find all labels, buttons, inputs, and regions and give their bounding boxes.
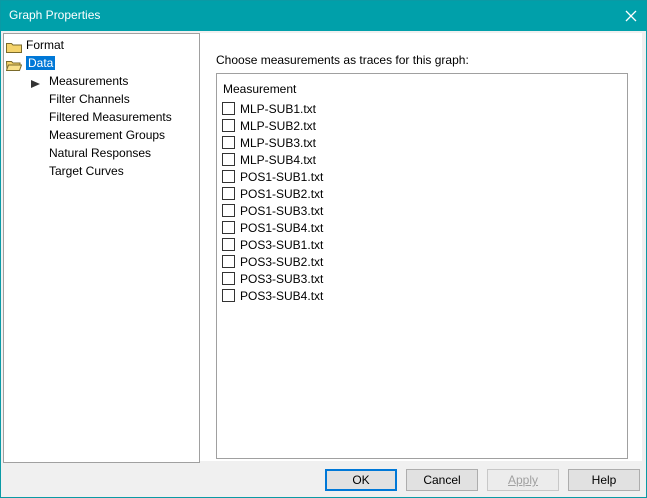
- checkbox[interactable]: [222, 289, 235, 303]
- list-item-label: POS3-SUB3.txt: [240, 272, 324, 286]
- ok-button[interactable]: OK: [325, 469, 397, 491]
- tree-item-data[interactable]: Data: [5, 54, 56, 72]
- measurements-panel: Choose measurements as traces for this g…: [200, 33, 642, 461]
- list-item[interactable]: POS1-SUB2.txt: [222, 186, 323, 203]
- list-item-label: MLP-SUB4.txt: [240, 153, 317, 167]
- tree-item-label-selected: Data: [26, 56, 56, 70]
- dialog-window: Graph Properties Format Data Measurement…: [0, 0, 647, 498]
- checkbox[interactable]: [222, 272, 235, 286]
- list-item[interactable]: MLP-SUB2.txt: [222, 118, 316, 135]
- list-item[interactable]: POS1-SUB1.txt: [222, 169, 323, 186]
- checkbox[interactable]: [222, 255, 235, 269]
- pointer-arrow-icon: [31, 78, 41, 88]
- close-icon[interactable]: [616, 1, 646, 31]
- list-item[interactable]: POS3-SUB2.txt: [222, 254, 323, 271]
- list-item[interactable]: POS3-SUB4.txt: [222, 288, 323, 305]
- list-column-header: Measurement: [223, 82, 297, 96]
- tree-item-label: Format: [26, 38, 65, 52]
- help-button[interactable]: Help: [568, 469, 640, 491]
- properties-tree[interactable]: Format Data Measurements Filter Channels…: [3, 33, 200, 463]
- dialog-body: Format Data Measurements Filter Channels…: [1, 31, 646, 497]
- list-item[interactable]: POS3-SUB3.txt: [222, 271, 323, 288]
- checkbox[interactable]: [222, 170, 235, 184]
- list-item[interactable]: MLP-SUB1.txt: [222, 101, 316, 118]
- list-item-label: POS3-SUB1.txt: [240, 238, 324, 252]
- open-folder-icon: [5, 58, 23, 71]
- tree-child-filtered-measurements[interactable]: Filtered Measurements: [49, 108, 172, 126]
- tree-child-measurements[interactable]: Measurements: [49, 72, 128, 90]
- tree-child-target-curves[interactable]: Target Curves: [49, 162, 124, 180]
- cancel-button[interactable]: Cancel: [406, 469, 478, 491]
- checkbox[interactable]: [222, 136, 235, 150]
- list-item[interactable]: POS3-SUB1.txt: [222, 237, 323, 254]
- window-title: Graph Properties: [9, 8, 101, 22]
- list-item[interactable]: POS1-SUB3.txt: [222, 203, 323, 220]
- list-item-label: POS1-SUB3.txt: [240, 204, 324, 218]
- list-item-label: POS1-SUB1.txt: [240, 170, 324, 184]
- list-item-label: POS3-SUB4.txt: [240, 289, 324, 303]
- apply-button-label: Apply: [507, 473, 539, 487]
- tree-child-measurement-groups[interactable]: Measurement Groups: [49, 126, 165, 144]
- checkbox[interactable]: [222, 204, 235, 218]
- tree-child-natural-responses[interactable]: Natural Responses: [49, 144, 151, 162]
- folder-icon: [6, 40, 22, 53]
- tree-item-format[interactable]: Format: [6, 36, 64, 54]
- checkbox[interactable]: [222, 238, 235, 252]
- list-item-label: POS1-SUB4.txt: [240, 221, 324, 235]
- list-item-label: MLP-SUB3.txt: [240, 136, 317, 150]
- list-item-label: MLP-SUB1.txt: [240, 102, 317, 116]
- apply-button[interactable]: Apply: [487, 469, 559, 491]
- list-item-label: MLP-SUB2.txt: [240, 119, 317, 133]
- checkbox[interactable]: [222, 102, 235, 116]
- list-item-label: POS1-SUB2.txt: [240, 187, 324, 201]
- checkbox[interactable]: [222, 221, 235, 235]
- list-item[interactable]: MLP-SUB3.txt: [222, 135, 316, 152]
- list-item-label: POS3-SUB2.txt: [240, 255, 324, 269]
- list-item[interactable]: POS1-SUB4.txt: [222, 220, 323, 237]
- checkbox[interactable]: [222, 119, 235, 133]
- tree-child-filter-channels[interactable]: Filter Channels: [49, 90, 130, 108]
- list-item[interactable]: MLP-SUB4.txt: [222, 152, 316, 169]
- measurement-list[interactable]: Measurement MLP-SUB1.txt MLP-SUB2.txt ML…: [216, 73, 628, 459]
- title-bar: Graph Properties: [1, 1, 646, 31]
- checkbox[interactable]: [222, 187, 235, 201]
- panel-prompt: Choose measurements as traces for this g…: [216, 53, 469, 67]
- checkbox[interactable]: [222, 153, 235, 167]
